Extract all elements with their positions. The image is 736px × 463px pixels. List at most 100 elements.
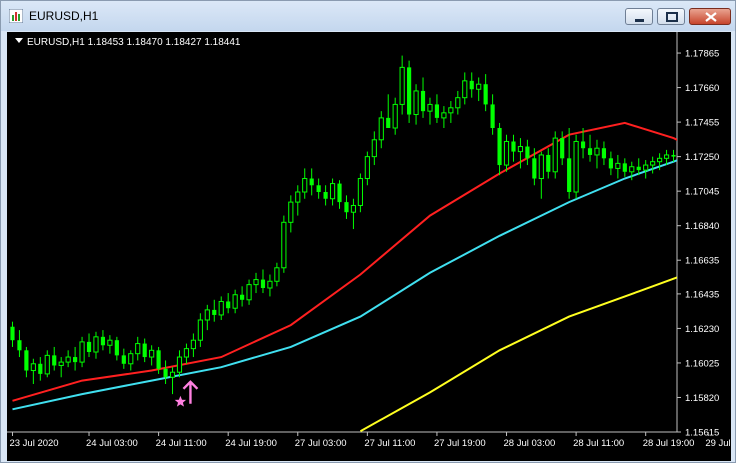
candle-body-bear bbox=[121, 355, 126, 364]
candle-body-bull bbox=[267, 280, 273, 289]
candle-body-bull bbox=[79, 341, 85, 363]
candle-body-bear bbox=[156, 350, 161, 369]
candle-body-bear bbox=[407, 67, 412, 115]
time-tick-label: 23 Jul 2020 bbox=[9, 438, 58, 449]
candle-body-bear bbox=[73, 357, 78, 363]
title-bar[interactable]: EURUSD,H1 bbox=[1, 1, 735, 31]
price-tick-label: 1.17660 bbox=[685, 83, 719, 94]
close-button[interactable] bbox=[689, 8, 731, 25]
candle-body-bear bbox=[86, 341, 92, 352]
candle-body-bull bbox=[629, 166, 635, 173]
symbol-ohlc-text: EURUSD,H1 1.18453 1.18470 1.18427 1.1844… bbox=[27, 37, 241, 48]
candle-body-bull bbox=[573, 140, 579, 193]
candle-body-bull bbox=[295, 191, 301, 203]
candle-body-bull bbox=[615, 162, 621, 169]
candle-body-bull bbox=[169, 371, 176, 378]
candle-body-bull bbox=[552, 137, 558, 173]
candle-body-bull bbox=[232, 294, 238, 309]
candle-body-bear bbox=[434, 104, 440, 118]
price-tick-label: 1.15820 bbox=[685, 393, 719, 404]
candle-body-bull bbox=[476, 83, 482, 90]
candle-body-bull bbox=[503, 140, 510, 166]
candle-body-bear bbox=[344, 202, 349, 213]
chart-app-icon bbox=[9, 9, 23, 23]
moving-average-slow-line bbox=[359, 276, 677, 432]
candle-body-bull bbox=[357, 178, 363, 206]
candle-body-bull bbox=[274, 267, 280, 282]
candle-body-bear bbox=[163, 368, 168, 378]
candle-body-bear bbox=[469, 80, 474, 90]
candle-body-bear bbox=[636, 166, 641, 171]
candle-body-bull bbox=[413, 90, 419, 116]
candle-body-bear bbox=[511, 141, 516, 152]
candle-body-bear bbox=[497, 128, 502, 166]
candle-body-bull bbox=[392, 103, 398, 129]
candle-body-bear bbox=[560, 138, 565, 159]
price-tick-label: 1.16435 bbox=[685, 289, 719, 300]
candle-body-bull bbox=[246, 284, 252, 301]
candle-body-bull bbox=[399, 66, 405, 105]
candle-body-bull bbox=[218, 300, 224, 316]
candle-body-bear bbox=[483, 84, 488, 105]
candle-body-bear bbox=[114, 340, 119, 356]
time-tick-label: 28 Jul 19:00 bbox=[643, 438, 695, 449]
price-tick-label: 1.17250 bbox=[685, 152, 719, 163]
candle-body-bull bbox=[364, 156, 370, 180]
candle-body-bear bbox=[608, 158, 613, 169]
time-tick-label: 28 Jul 03:00 bbox=[504, 438, 556, 449]
candlestick-chart-canvas[interactable]: 1.17865 1.17660 1.17455 1.17250 1.17045 1.168… bbox=[7, 32, 731, 461]
candle-body-bear bbox=[100, 336, 106, 346]
candle-body-bull bbox=[517, 146, 524, 153]
symbol-info-header[interactable]: EURUSD,H1 1.18453 1.18470 1.18427 1.1844… bbox=[15, 37, 241, 49]
price-tick-label: 1.16635 bbox=[685, 256, 719, 267]
price-tick-label: 1.17045 bbox=[685, 187, 719, 198]
candle-body-bull bbox=[427, 103, 433, 112]
signal-star-icon bbox=[174, 395, 187, 407]
candle-body-bear bbox=[24, 350, 29, 371]
candle-body-bull bbox=[44, 354, 50, 375]
collapse-triangle-icon[interactable] bbox=[15, 38, 23, 43]
price-tick-label: 1.16840 bbox=[685, 221, 719, 232]
candle-body-bull bbox=[253, 279, 259, 286]
candle-body-bull bbox=[594, 147, 600, 156]
candle-body-bull bbox=[650, 161, 656, 166]
time-tick-label: 27 Jul 19:00 bbox=[434, 438, 486, 449]
candle-body-bull bbox=[643, 164, 649, 171]
close-icon bbox=[705, 12, 717, 22]
candle-body-bull bbox=[190, 339, 196, 350]
chart-window: EURUSD,H1 1.17865 1.17660 1.17455 1.17250 1.… bbox=[0, 0, 736, 463]
candle-body-bear bbox=[316, 185, 321, 192]
time-tick-label: 28 Jul 11:00 bbox=[573, 438, 624, 449]
candle-body-bear bbox=[386, 117, 391, 128]
candle-body-bull bbox=[302, 178, 308, 193]
candle-body-bull bbox=[135, 343, 141, 355]
candle-body-bear bbox=[260, 279, 266, 288]
minimize-button[interactable] bbox=[625, 8, 653, 25]
time-tick-label: 27 Jul 11:00 bbox=[364, 438, 415, 449]
candle-body-bull bbox=[448, 107, 454, 114]
candle-body-bear bbox=[309, 178, 314, 186]
candle-body-bull bbox=[149, 349, 155, 358]
candle-body-bull bbox=[204, 309, 210, 321]
price-tick-label: 1.15615 bbox=[685, 428, 719, 439]
candle-body-bear bbox=[52, 355, 57, 366]
candle-body-bear bbox=[567, 158, 572, 192]
candle-body-bear bbox=[580, 141, 586, 149]
candle-body-bull bbox=[107, 339, 113, 346]
time-tick-label: 27 Jul 03:00 bbox=[295, 438, 347, 449]
candle-body-bear bbox=[532, 158, 537, 179]
maximize-button[interactable] bbox=[657, 8, 685, 25]
candle-body-bull bbox=[538, 154, 544, 180]
price-tick-label: 1.16230 bbox=[685, 324, 719, 335]
candle-body-bear bbox=[142, 343, 147, 358]
candle-body-bear bbox=[337, 183, 342, 203]
candle-body-bull bbox=[378, 117, 384, 141]
candle-body-bear bbox=[212, 309, 217, 315]
candle-body-bear bbox=[546, 154, 551, 172]
buy-signal-arrow-icon bbox=[182, 380, 199, 404]
price-chart[interactable]: 1.17865 1.17660 1.17455 1.17250 1.17045 1.168… bbox=[7, 32, 731, 461]
candle-body-bear bbox=[622, 163, 627, 172]
candle-body-bull bbox=[350, 204, 357, 213]
candle-body-bear bbox=[601, 148, 607, 159]
price-tick-label: 1.17865 bbox=[685, 49, 719, 60]
